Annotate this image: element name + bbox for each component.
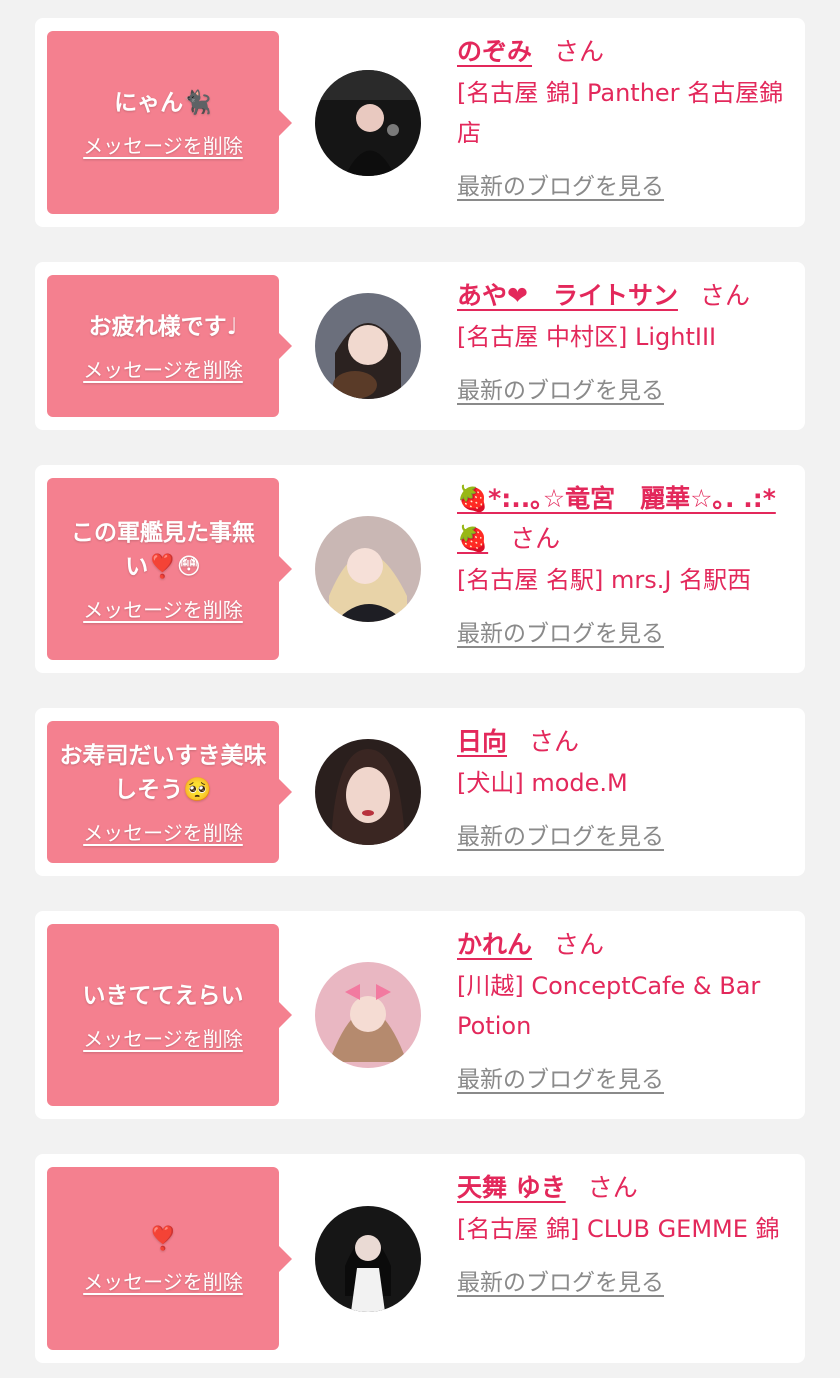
item-info: 天舞 ゆき さん [名古屋 錦] CLUB GEMME 錦 最新のブログを見る — [457, 1168, 789, 1297]
message-bubble: この軍艦見た事無い❣️😳 メッセージを削除 — [47, 478, 292, 660]
user-name-link[interactable]: のぞみ — [457, 37, 532, 66]
avatar[interactable] — [315, 516, 421, 622]
delete-message-link[interactable]: メッセージを削除 — [83, 594, 243, 623]
shop-name: [名古屋 錦] CLUB GEMME 錦 — [457, 1215, 780, 1243]
shop-name: [犬山] mode.M — [457, 769, 628, 797]
honorific: さん — [510, 524, 561, 553]
view-latest-blog-link[interactable]: 最新のブログを見る — [457, 167, 664, 201]
avatar[interactable] — [315, 1206, 421, 1312]
honorific: さん — [554, 37, 605, 66]
message-bubble: いきててえらい メッセージを削除 — [47, 924, 292, 1106]
profile-photo — [315, 293, 421, 399]
message-bubble: お疲れ様です♩ メッセージを削除 — [47, 275, 292, 417]
message-text: この軍艦見た事無い❣️😳 — [71, 519, 255, 580]
view-latest-blog-link[interactable]: 最新のブログを見る — [457, 614, 664, 648]
list-item: お寿司だいすき美味しそう🥺 メッセージを削除 日向 さん [犬山] mode.M … — [35, 708, 805, 876]
avatar[interactable] — [315, 962, 421, 1068]
item-info: 🍓*:..｡☆竜宮 麗華☆｡. .:*🍓 さん [名古屋 名駅] mrs.J 名駅… — [457, 479, 789, 648]
list-item: ❣️ メッセージを削除 天舞 ゆき さん [名古屋 錦] CLUB GEMME 錦… — [35, 1154, 805, 1363]
view-latest-blog-link[interactable]: 最新のブログを見る — [457, 1263, 664, 1297]
delete-message-link[interactable]: メッセージを削除 — [83, 354, 243, 383]
honorific: さん — [699, 281, 750, 310]
item-info: かれん さん [川越] ConceptCafe & Bar Potion 最新のブ… — [457, 925, 789, 1094]
user-name-link[interactable]: 日向 — [457, 727, 507, 756]
honorific: さん — [529, 727, 580, 756]
delete-message-link[interactable]: メッセージを削除 — [83, 817, 243, 846]
delete-message-link[interactable]: メッセージを削除 — [83, 1023, 243, 1052]
shop-name: [川越] ConceptCafe & Bar Potion — [457, 972, 761, 1040]
shop-name: [名古屋 中村区] LightIII — [457, 323, 717, 351]
delete-message-link[interactable]: メッセージを削除 — [83, 130, 243, 159]
view-latest-blog-link[interactable]: 最新のブログを見る — [457, 1060, 664, 1094]
list-item: お疲れ様です♩ メッセージを削除 あや❤︎ ライトサン さん [名古屋 中村区] … — [35, 262, 805, 430]
list-item: にゃん🐈‍⬛ メッセージを削除 のぞみ さん [名古屋 錦] Panther 名古… — [35, 18, 805, 227]
message-text: お疲れ様です♩ — [88, 313, 238, 340]
list-item: いきててえらい メッセージを削除 かれん さん [川越] ConceptCafe … — [35, 911, 805, 1119]
profile-photo — [315, 70, 421, 176]
message-text: お寿司だいすき美味しそう🥺 — [59, 742, 267, 803]
list-item: この軍艦見た事無い❣️😳 メッセージを削除 🍓*:..｡☆竜宮 麗華☆｡. .:… — [35, 465, 805, 673]
avatar[interactable] — [315, 739, 421, 845]
message-bubble: お寿司だいすき美味しそう🥺 メッセージを削除 — [47, 721, 292, 863]
user-name-link[interactable]: 🍓*:..｡☆竜宮 麗華☆｡. .:*🍓 — [457, 484, 776, 553]
message-text: いきててえらい — [82, 982, 244, 1009]
profile-photo — [315, 962, 421, 1068]
profile-photo — [315, 516, 421, 622]
item-info: 日向 さん [犬山] mode.M 最新のブログを見る — [457, 722, 789, 851]
view-latest-blog-link[interactable]: 最新のブログを見る — [457, 817, 664, 851]
profile-photo — [315, 739, 421, 845]
honorific: さん — [554, 930, 605, 959]
avatar[interactable] — [315, 293, 421, 399]
user-name-link[interactable]: 天舞 ゆき — [457, 1173, 566, 1202]
message-text: ❣️ — [148, 1226, 178, 1252]
message-text: にゃん🐈‍⬛ — [114, 90, 212, 116]
message-bubble: ❣️ メッセージを削除 — [47, 1167, 292, 1350]
message-bubble: にゃん🐈‍⬛ メッセージを削除 — [47, 31, 292, 214]
avatar[interactable] — [315, 70, 421, 176]
item-info: のぞみ さん [名古屋 錦] Panther 名古屋錦店 最新のブログを見る — [457, 32, 789, 201]
shop-name: [名古屋 名駅] mrs.J 名駅西 — [457, 566, 752, 594]
shop-name: [名古屋 錦] Panther 名古屋錦店 — [457, 79, 784, 147]
honorific: さん — [587, 1173, 638, 1202]
message-list: にゃん🐈‍⬛ メッセージを削除 のぞみ さん [名古屋 錦] Panther 名古… — [0, 0, 840, 1378]
user-name-link[interactable]: あや❤︎ ライトサン — [457, 281, 678, 310]
profile-photo — [315, 1206, 421, 1312]
item-info: あや❤︎ ライトサン さん [名古屋 中村区] LightIII 最新のブログを見… — [457, 276, 789, 405]
view-latest-blog-link[interactable]: 最新のブログを見る — [457, 371, 664, 405]
user-name-link[interactable]: かれん — [457, 930, 532, 959]
delete-message-link[interactable]: メッセージを削除 — [83, 1266, 243, 1295]
